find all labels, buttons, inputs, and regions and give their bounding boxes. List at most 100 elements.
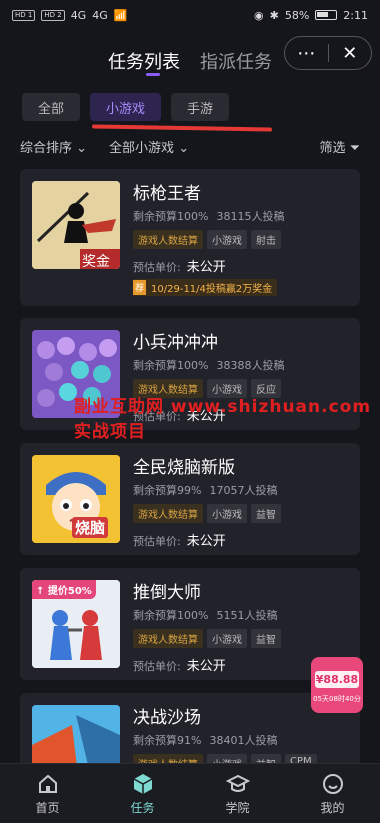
- mini-program-capsule: ⋯ ✕: [284, 36, 372, 70]
- signal-label: 4G: [70, 8, 87, 22]
- signal-label: 4G: [92, 8, 108, 22]
- price-increase-badge: ↑ 提价50%: [32, 580, 96, 599]
- remaining-budget: 剩余预算99%: [133, 484, 202, 497]
- promo-text: 10/29-11/4投稿赢2万奖金: [151, 284, 273, 295]
- red-packet-amount: ¥88.88: [315, 671, 359, 688]
- more-icon[interactable]: ⋯: [285, 43, 328, 64]
- task-meta: 剩余预算91% 38401人投稿: [133, 732, 277, 748]
- smiley-icon: [322, 774, 343, 794]
- clock: 2:11: [343, 8, 368, 22]
- tab-task-list[interactable]: 任务列表: [108, 48, 180, 74]
- thumbnail-badge: 奖金: [82, 254, 110, 269]
- badge-text: 提价50%: [47, 586, 92, 597]
- filter-button[interactable]: 筛选 ⏷: [319, 137, 360, 156]
- task-meta: 剩余预算100% 5151人投稿: [133, 607, 277, 623]
- submission-count: 38388人投稿: [216, 359, 285, 372]
- tab-assigned-tasks[interactable]: 指派任务: [200, 48, 272, 74]
- nav-academy[interactable]: 学院: [208, 764, 268, 823]
- category-label: 全部小游戏: [109, 141, 175, 156]
- price-value: 未公开: [186, 534, 226, 549]
- tag-list: 游戏人数结算 小游戏 射击: [133, 230, 281, 249]
- estimated-price: 预估单价: 未公开: [133, 530, 226, 549]
- tag: 益智: [251, 629, 281, 648]
- nav-profile[interactable]: 我的: [303, 764, 363, 823]
- submission-count: 5151人投稿: [216, 609, 278, 622]
- task-title: 推倒大师: [133, 583, 201, 603]
- task-title: 标枪王者: [133, 184, 201, 204]
- red-packet-float[interactable]: ¥88.88 05天08时40分: [311, 657, 363, 713]
- battery-icon: [315, 10, 338, 20]
- tag: 小游戏: [207, 629, 247, 648]
- tag: 益智: [251, 504, 281, 523]
- submission-count: 38401人投稿: [209, 734, 278, 747]
- price-label: 预估单价:: [133, 535, 181, 548]
- nav-label: 任务: [130, 801, 155, 815]
- task-card[interactable]: ↑ 提价50% 推倒大师 剩余预算100% 5151人投稿 游戏人数结算 小游戏…: [20, 568, 360, 680]
- nav-label: 学院: [225, 801, 250, 815]
- remaining-budget: 剩余预算100%: [133, 359, 209, 372]
- thumbnail-badge: 烧脑: [72, 517, 109, 538]
- graduation-cap-icon: [225, 774, 250, 792]
- recommend-icon: 荐: [133, 280, 147, 295]
- category-chips: 全部 小游戏 手游: [22, 93, 230, 121]
- bluetooth-icon: ✱: [269, 8, 279, 22]
- filter-label: 筛选: [319, 141, 346, 156]
- eye-icon: ◉: [254, 8, 264, 22]
- tag: 射击: [251, 230, 281, 249]
- tab-indicator: [146, 73, 160, 76]
- submission-count: 38115人投稿: [216, 210, 285, 223]
- price-value: 未公开: [186, 260, 226, 275]
- task-meta: 剩余预算99% 17057人投稿: [133, 482, 277, 498]
- task-meta: 剩余预算100% 38388人投稿: [133, 357, 284, 373]
- task-card[interactable]: 奖金 标枪王者 剩余预算100% 38115人投稿 游戏人数结算 小游戏 射击 …: [20, 169, 360, 306]
- nav-label: 我的: [320, 801, 345, 815]
- battery-percent: 58%: [284, 8, 310, 22]
- cube-icon: [133, 774, 152, 794]
- sort-dropdown[interactable]: 综合排序 ⌄: [20, 137, 87, 156]
- estimated-price: 预估单价: 未公开: [133, 655, 226, 674]
- tag: 游戏人数结算: [133, 230, 203, 249]
- nav-label: 首页: [35, 801, 60, 815]
- estimated-price: 预估单价: 未公开: [133, 256, 226, 275]
- game-thumbnail: 烧脑: [32, 455, 120, 543]
- bottom-nav: 首页 任务 学院 我的: [0, 763, 380, 823]
- watermark-text: 副业互助网 www.shizhuan.com 实战项目: [74, 397, 372, 442]
- wifi-icon: 📶: [113, 8, 128, 22]
- chip-all[interactable]: 全部: [22, 93, 81, 121]
- countdown-text: 05天08时40分: [313, 695, 361, 703]
- hd-badge: HD 1: [12, 9, 36, 21]
- price-label: 预估单价:: [133, 261, 181, 274]
- tag: 游戏人数结算: [133, 504, 203, 523]
- price-value: 未公开: [186, 659, 226, 674]
- chip-mobile-games[interactable]: 手游: [171, 93, 230, 121]
- nav-tasks[interactable]: 任务: [113, 764, 173, 823]
- submission-count: 17057人投稿: [209, 484, 278, 497]
- close-icon[interactable]: ✕: [329, 43, 372, 64]
- remaining-budget: 剩余预算91%: [133, 734, 202, 747]
- tag: 游戏人数结算: [133, 629, 203, 648]
- hd-badge: HD 2: [41, 9, 65, 21]
- status-bar: HD 1 HD 2 4G 4G 📶 ◉ ✱ 58% 2:11: [0, 0, 380, 30]
- tag: 小游戏: [207, 230, 247, 249]
- remaining-budget: 剩余预算100%: [133, 210, 209, 223]
- task-title: 决战沙场: [133, 708, 201, 728]
- task-title: 全民烧脑新版: [133, 458, 235, 478]
- home-icon: [38, 774, 57, 793]
- category-dropdown[interactable]: 全部小游戏 ⌄: [109, 137, 189, 156]
- sort-bar: 综合排序 ⌄ 全部小游戏 ⌄ 筛选 ⏷: [20, 137, 360, 156]
- chip-mini-games[interactable]: 小游戏: [90, 93, 162, 121]
- tag-list: 游戏人数结算 小游戏 益智: [133, 504, 281, 523]
- promo-banner[interactable]: 荐 10/29-11/4投稿赢2万奖金: [133, 279, 278, 296]
- task-meta: 剩余预算100% 38115人投稿: [133, 208, 284, 224]
- price-label: 预估单价:: [133, 660, 181, 673]
- task-title: 小兵冲冲冲: [133, 333, 218, 353]
- nav-home[interactable]: 首页: [18, 764, 78, 823]
- task-card[interactable]: 烧脑 全民烧脑新版 剩余预算99% 17057人投稿 游戏人数结算 小游戏 益智…: [20, 443, 360, 555]
- tag-list: 游戏人数结算 小游戏 益智: [133, 629, 281, 648]
- game-thumbnail: ↑ 提价50%: [32, 580, 120, 668]
- game-thumbnail: 奖金: [32, 181, 120, 269]
- remaining-budget: 剩余预算100%: [133, 609, 209, 622]
- sort-label: 综合排序: [20, 141, 73, 156]
- tag: 小游戏: [207, 504, 247, 523]
- red-highlight-stroke: [91, 124, 273, 132]
